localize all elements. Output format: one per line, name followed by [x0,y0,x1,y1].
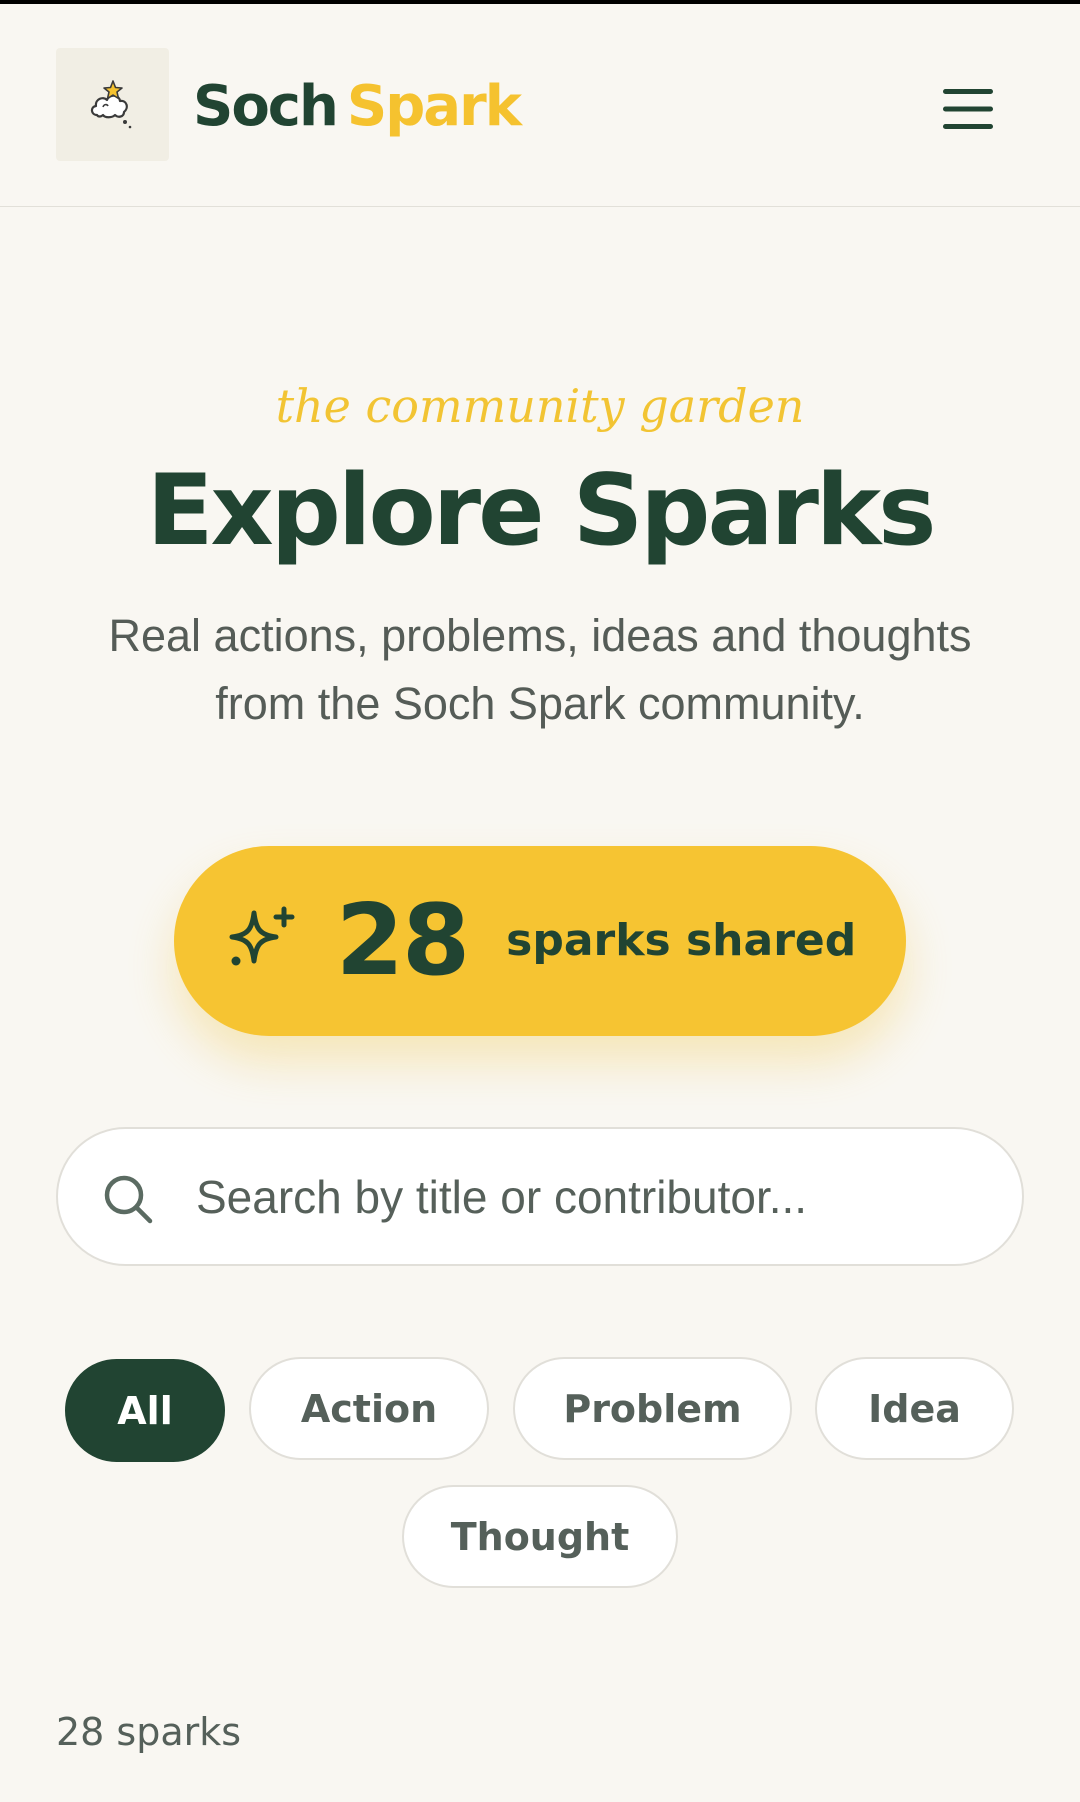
search-input[interactable] [194,1149,994,1245]
filter-chip-problem[interactable]: Problem [513,1357,792,1460]
brand-accent: Spark [346,74,522,139]
sparkle-icon [229,906,295,966]
brand-name[interactable]: Soch Spark [193,72,522,142]
results-count: 28 sparks [56,1710,242,1754]
hero-subtitle: Real actions, problems, ideas and though… [108,610,972,729]
sparks-counter: 28 sparks shared [174,846,906,1036]
logo[interactable] [56,48,169,161]
site-header: Soch Spark [0,4,1080,207]
brand-primary: Soch [193,74,339,139]
filter-chip-action[interactable]: Action [249,1357,489,1460]
menu-button[interactable] [932,78,1004,140]
sparks-count-label: sparks shared [506,915,857,966]
hamburger-menu-icon [943,89,993,129]
sparks-count-value: 28 [335,884,470,998]
hero-tagline: the community garden [275,379,805,433]
cloud-star-icon [90,79,131,128]
search-bar[interactable] [56,1127,1024,1266]
page-title: Explore Sparks [146,454,937,568]
filter-chip-thought[interactable]: Thought [402,1485,678,1588]
filter-chip-idea[interactable]: Idea [815,1357,1014,1460]
filter-chip-all[interactable]: All [65,1359,225,1462]
search-icon [104,1175,153,1224]
